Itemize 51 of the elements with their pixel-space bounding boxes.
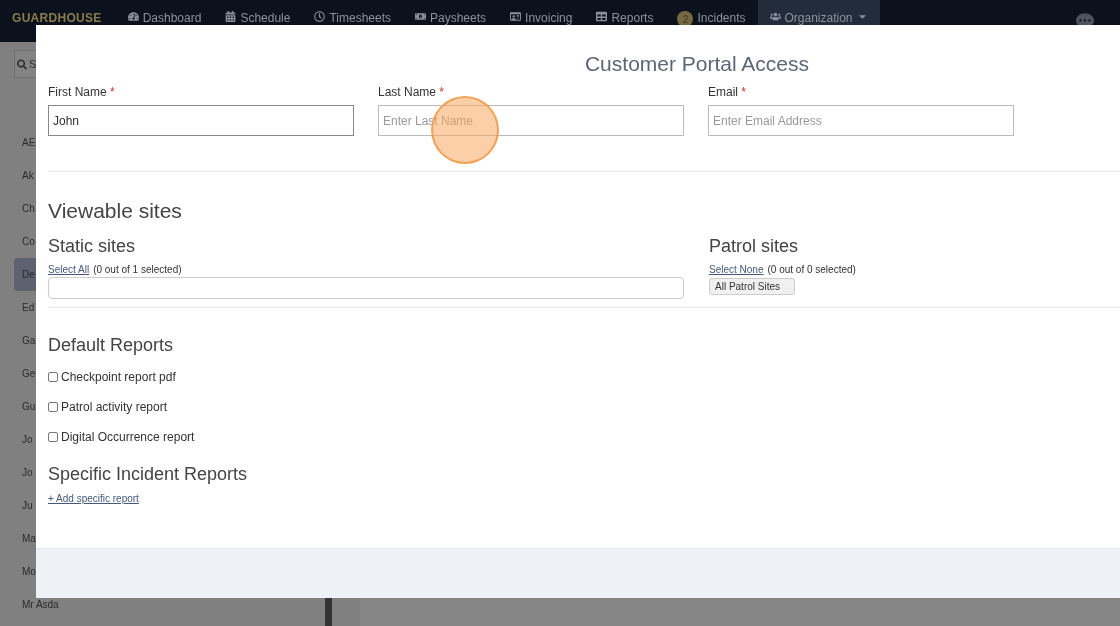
checkbox[interactable] <box>48 372 58 382</box>
search-placeholder: S <box>29 58 37 70</box>
nav-label: Paysheets <box>430 11 487 25</box>
required-mark: * <box>109 85 115 99</box>
id-card-icon <box>510 11 522 22</box>
checkbox-label: Digital Occurrence report <box>61 430 195 444</box>
users-icon <box>769 11 781 22</box>
nav-item[interactable]: Timesheets <box>302 0 403 42</box>
checkbox-label: Patrol activity report <box>61 400 168 414</box>
clock-icon <box>314 11 326 22</box>
table-icon <box>596 11 608 22</box>
brand-logo[interactable]: GUARDHOUSE <box>12 11 102 25</box>
search-icon <box>17 58 27 70</box>
nav-item[interactable]: Paysheets <box>403 0 499 42</box>
checkbox[interactable] <box>48 402 58 412</box>
checkbox[interactable] <box>48 432 58 442</box>
select-all-link[interactable]: Select All <box>48 264 90 275</box>
field-label: First Name <box>48 85 107 99</box>
input-field[interactable]: Enter Email Address <box>708 105 1014 136</box>
dialog-title: Customer Portal Access <box>583 52 811 76</box>
nav-label: Reports <box>611 11 654 25</box>
field-label: Last Name <box>378 85 437 99</box>
required-mark: * <box>740 85 747 99</box>
site-list-field[interactable] <box>48 277 684 299</box>
selection-count: (0 out of 0 selected) <box>767 264 856 275</box>
select-none-link[interactable]: Select None <box>709 264 764 275</box>
nav-item[interactable]: Reports <box>584 0 666 42</box>
checkbox-label: Checkpoint report pdf <box>61 370 176 384</box>
required-mark: * <box>438 85 445 99</box>
nav-item[interactable]: Invoicing <box>498 0 585 42</box>
nav-item[interactable]: Schedule <box>213 0 303 42</box>
add-report-link[interactable]: + Add specific report <box>48 493 139 504</box>
field-label: Email <box>708 85 738 99</box>
nav-label: Dashboard <box>142 11 202 25</box>
nav-label: Schedule <box>240 11 291 25</box>
section-heading: Default Reports <box>48 335 175 356</box>
gauge-icon <box>127 11 139 22</box>
nav-item[interactable]: Dashboard <box>115 0 214 42</box>
section-heading: Viewable sites <box>48 199 183 223</box>
input-field[interactable]: John <box>48 105 354 136</box>
subsection-heading: Static sites <box>48 236 137 257</box>
nav-label: Incidents <box>697 11 746 25</box>
calendar-icon <box>225 11 237 22</box>
patrol-sites-button[interactable]: All Patrol Sites <box>709 278 795 295</box>
nav-label: Timesheets <box>329 11 391 25</box>
banknote-icon <box>415 11 426 22</box>
selection-count: (0 out of 1 selected) <box>93 264 182 275</box>
nav-label: Invoicing <box>525 11 573 25</box>
subsection-heading: Patrol sites <box>709 236 800 257</box>
section-heading: Specific Incident Reports <box>48 464 249 485</box>
nav-label: Organization <box>784 11 853 25</box>
